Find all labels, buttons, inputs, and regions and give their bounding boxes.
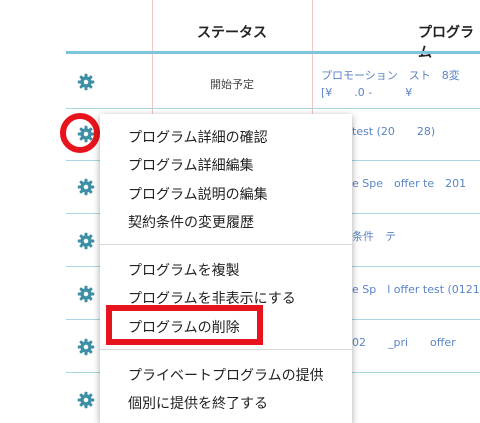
gear-icon[interactable] <box>77 73 95 91</box>
menu-item-edit-description[interactable]: プログラム説明の編集 <box>128 184 268 204</box>
status-value: 開始予定 <box>210 78 254 91</box>
gear-icon[interactable] <box>77 338 95 356</box>
program-link[interactable]: 02 _pri offer <box>352 334 456 350</box>
menu-item-contract-history[interactable]: 契約条件の変更履歴 <box>128 212 254 232</box>
gear-icon[interactable] <box>77 285 95 303</box>
menu-separator <box>100 349 352 350</box>
menu-item-end-offer[interactable]: 個別に提供を終了する <box>128 393 268 413</box>
program-column-header: プログラム <box>418 25 474 61</box>
status-column-header: ステータス <box>197 25 267 41</box>
program-link[interactable]: test (20 28) <box>352 123 435 139</box>
row-divider <box>66 108 480 109</box>
menu-item-duplicate[interactable]: プログラムを複製 <box>128 260 240 280</box>
row-action-menu: プログラム詳細の確認 プログラム詳細編集 プログラム説明の編集 契約条件の変更履… <box>100 114 352 423</box>
menu-item-edit-details[interactable]: プログラム詳細編集 <box>128 155 254 175</box>
program-link[interactable]: プロモーション スト 8変 <box>321 67 460 83</box>
program-price: [¥ .0 - ¥ <box>321 86 413 99</box>
menu-item-offer-private[interactable]: プライベートプログラムの提供 <box>128 365 324 385</box>
delete-highlight-box <box>106 305 263 345</box>
program-link[interactable]: e Spe offer te 201 <box>352 175 466 191</box>
header-rule <box>66 51 480 54</box>
menu-separator <box>100 244 352 245</box>
program-link[interactable]: e Sp l offer test (0121 <box>352 281 480 297</box>
gear-icon[interactable] <box>77 178 95 196</box>
program-link[interactable]: 条件 テ <box>352 228 396 244</box>
gear-icon[interactable] <box>77 391 95 409</box>
highlight-circle <box>60 113 100 153</box>
menu-item-view-details[interactable]: プログラム詳細の確認 <box>128 127 268 147</box>
gear-icon[interactable] <box>77 232 95 250</box>
table-header: ステータス プログラム <box>66 0 480 61</box>
